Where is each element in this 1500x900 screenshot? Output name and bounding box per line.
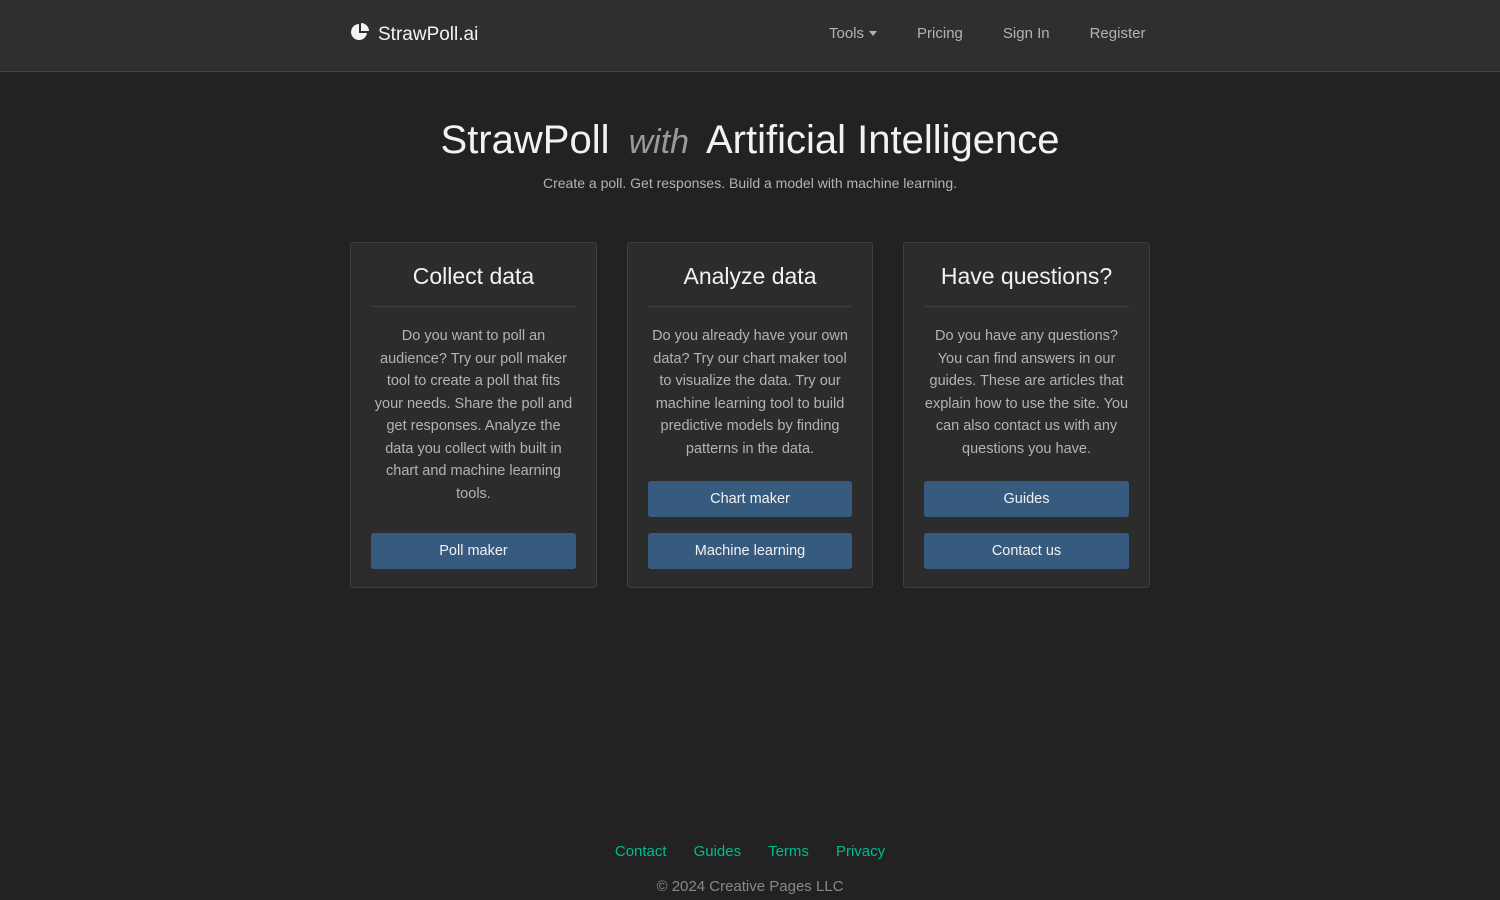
- brand-link[interactable]: StrawPoll.ai: [350, 22, 478, 48]
- contact-us-button[interactable]: Contact us: [924, 533, 1129, 569]
- poll-maker-button[interactable]: Poll maker: [371, 533, 576, 569]
- hero-title-with: with: [628, 123, 690, 161]
- footer: Contact Guides Terms Privacy © 2024 Crea…: [0, 843, 1500, 895]
- card-analyze-data: Analyze data Do you already have your ow…: [627, 242, 873, 588]
- nav-register[interactable]: Register: [1090, 25, 1146, 42]
- hero-title: StrawPoll with Artificial Intelligence: [0, 118, 1500, 163]
- chart-maker-button[interactable]: Chart maker: [648, 481, 852, 517]
- footer-link-terms[interactable]: Terms: [768, 843, 809, 860]
- card-title: Have questions?: [924, 263, 1129, 307]
- card-title: Collect data: [371, 263, 576, 307]
- nav-links: Tools Pricing Sign In Register: [829, 25, 1145, 42]
- card-text: Do you have any questions? You can find …: [924, 328, 1129, 457]
- guides-button[interactable]: Guides: [924, 481, 1129, 517]
- brand-name: StrawPoll.ai: [378, 24, 479, 45]
- hero-subtitle: Create a poll. Get responses. Build a mo…: [543, 175, 957, 191]
- card-collect-data: Collect data Do you want to poll an audi…: [350, 242, 597, 588]
- footer-link-guides[interactable]: Guides: [694, 843, 742, 860]
- machine-learning-button[interactable]: Machine learning: [648, 533, 852, 569]
- nav-pricing[interactable]: Pricing: [917, 25, 963, 42]
- nav-sign-in[interactable]: Sign In: [1003, 25, 1050, 42]
- footer-link-contact[interactable]: Contact: [615, 843, 667, 860]
- card-text: Do you want to poll an audience? Try our…: [374, 328, 573, 502]
- footer-link-privacy[interactable]: Privacy: [836, 843, 885, 860]
- card-have-questions: Have questions? Do you have any question…: [903, 242, 1150, 588]
- navbar: StrawPoll.ai Tools Pricing Sign In Regis…: [0, 0, 1500, 72]
- hero: StrawPoll with Artificial Intelligence C…: [0, 118, 1500, 191]
- pie-chart-icon: [350, 22, 370, 48]
- footer-links: Contact Guides Terms Privacy: [0, 843, 1500, 860]
- feature-cards: Collect data Do you want to poll an audi…: [350, 242, 1150, 588]
- card-text: Do you already have your own data? Try o…: [652, 328, 848, 457]
- card-title: Analyze data: [648, 263, 852, 307]
- copyright: © 2024 Creative Pages LLC: [656, 878, 844, 895]
- nav-tools-label: Tools: [829, 25, 865, 42]
- caret-down-icon: [869, 31, 878, 36]
- hero-title-part1: StrawPoll: [440, 118, 610, 162]
- nav-tools-dropdown[interactable]: Tools: [829, 25, 878, 42]
- hero-title-part2: Artificial Intelligence: [705, 118, 1060, 162]
